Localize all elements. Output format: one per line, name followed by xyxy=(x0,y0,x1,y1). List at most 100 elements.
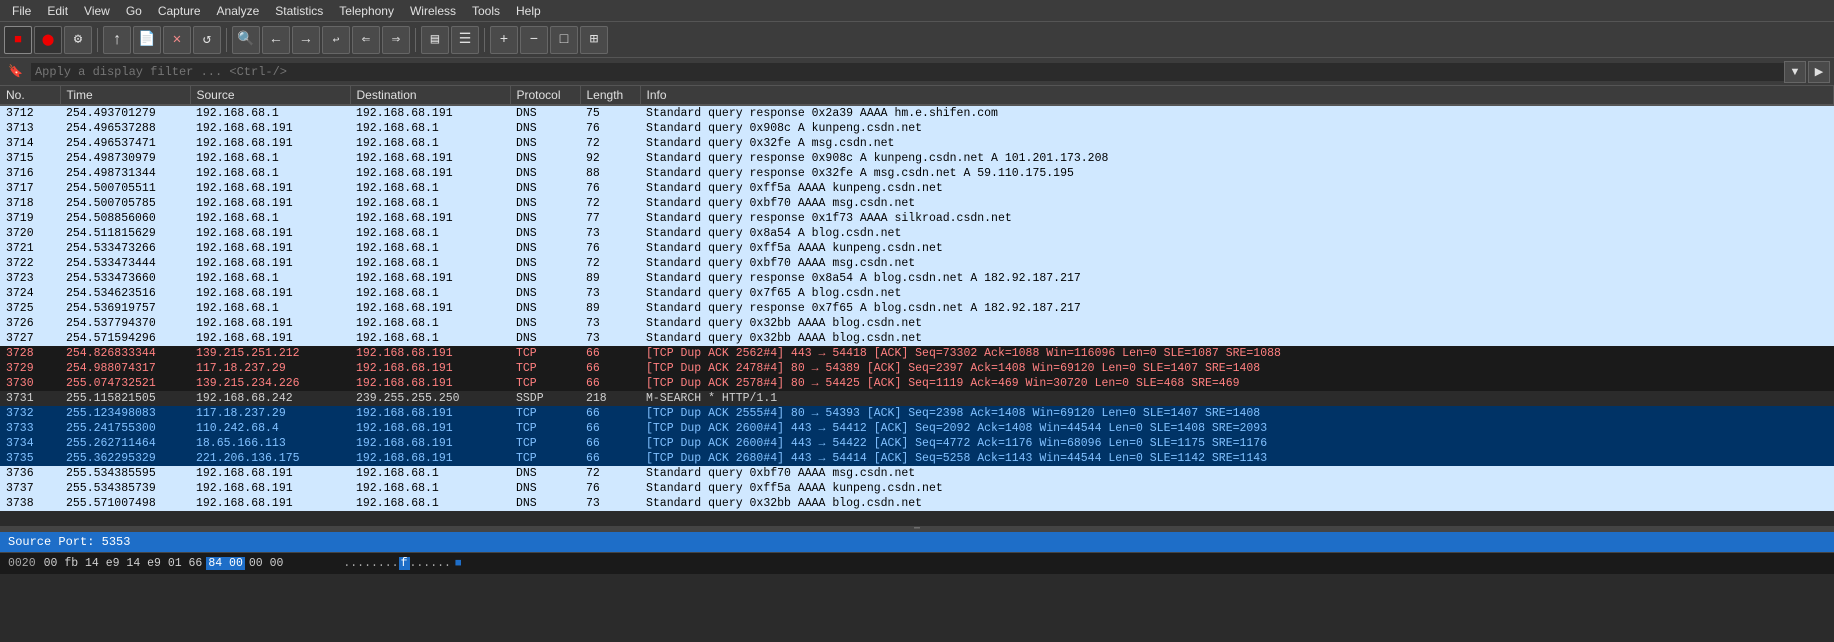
table-row[interactable]: 3721254.533473266192.168.68.191192.168.6… xyxy=(0,241,1834,256)
table-row[interactable]: 3717254.500705511192.168.68.191192.168.6… xyxy=(0,181,1834,196)
table-cell: 192.168.68.191 xyxy=(190,241,350,256)
table-cell: 3732 xyxy=(0,406,60,421)
table-cell: 72 xyxy=(580,196,640,211)
normal-size-button[interactable]: □ xyxy=(550,26,578,54)
menu-help[interactable]: Help xyxy=(508,2,549,20)
table-row[interactable]: 3713254.496537288192.168.68.191192.168.6… xyxy=(0,121,1834,136)
table-cell: Standard query 0xff5a AAAA kunpeng.csdn.… xyxy=(640,181,1834,196)
filter-apply-button[interactable]: ▶ xyxy=(1808,61,1830,83)
save-file-button[interactable]: 📄 xyxy=(133,26,161,54)
table-row[interactable]: 3722254.533473444192.168.68.191192.168.6… xyxy=(0,256,1834,271)
table-cell: 192.168.68.191 xyxy=(190,196,350,211)
table-cell: 255.115821505 xyxy=(60,391,190,406)
find-button[interactable]: 🔍 xyxy=(232,26,260,54)
table-row[interactable]: 3728254.826833344139.215.251.212192.168.… xyxy=(0,346,1834,361)
table-cell: Standard query response 0x7f65 A blog.cs… xyxy=(640,301,1834,316)
table-cell: 254.536919757 xyxy=(60,301,190,316)
col-header-source: Source xyxy=(190,86,350,105)
reload-icon: ↺ xyxy=(203,31,211,48)
table-cell: 192.168.68.191 xyxy=(190,331,350,346)
table-cell: SSDP xyxy=(510,391,580,406)
menu-tools[interactable]: Tools xyxy=(464,2,508,20)
menu-view[interactable]: View xyxy=(76,2,118,20)
table-cell: 3722 xyxy=(0,256,60,271)
table-row[interactable]: 3736255.534385595192.168.68.191192.168.6… xyxy=(0,466,1834,481)
menu-wireless[interactable]: Wireless xyxy=(402,2,464,20)
menu-edit[interactable]: Edit xyxy=(39,2,76,20)
filter-input[interactable] xyxy=(31,63,1784,81)
menu-file[interactable]: File xyxy=(4,2,39,20)
table-cell: 255.571007498 xyxy=(60,496,190,511)
open-file-button[interactable]: ↑ xyxy=(103,26,131,54)
table-cell: 255.123498083 xyxy=(60,406,190,421)
table-row[interactable]: 3715254.498730979192.168.68.1192.168.68.… xyxy=(0,151,1834,166)
zoom-in-button[interactable]: + xyxy=(490,26,518,54)
table-cell: Standard query response 0x1f73 AAAA silk… xyxy=(640,211,1834,226)
table-cell: TCP xyxy=(510,406,580,421)
table-cell: 3738 xyxy=(0,496,60,511)
resize-columns-button[interactable]: ⊞ xyxy=(580,26,608,54)
gear-icon: ⚙ xyxy=(74,31,82,48)
save-icon: 📄 xyxy=(138,31,155,48)
table-row[interactable]: 3723254.533473660192.168.68.1192.168.68.… xyxy=(0,271,1834,286)
table-row[interactable]: 3716254.498731344192.168.68.1192.168.68.… xyxy=(0,166,1834,181)
forward-button[interactable]: → xyxy=(292,26,320,54)
table-row[interactable]: 3724254.534623516192.168.68.191192.168.6… xyxy=(0,286,1834,301)
menu-analyze[interactable]: Analyze xyxy=(209,2,268,20)
table-cell: M-SEARCH * HTTP/1.1 xyxy=(640,391,1834,406)
color-rules-button[interactable]: ▤ xyxy=(421,26,449,54)
options-button[interactable]: ⚙ xyxy=(64,26,92,54)
table-row[interactable]: 3714254.496537471192.168.68.191192.168.6… xyxy=(0,136,1834,151)
table-cell: DNS xyxy=(510,166,580,181)
table-cell: 192.168.68.1 xyxy=(350,196,510,211)
menu-capture[interactable]: Capture xyxy=(150,2,209,20)
hex-dots: ■ xyxy=(455,557,462,570)
reload-button[interactable]: ↺ xyxy=(193,26,221,54)
table-cell: TCP xyxy=(510,376,580,391)
menu-statistics[interactable]: Statistics xyxy=(267,2,331,20)
filter-dropdown-button[interactable]: ▼ xyxy=(1784,61,1806,83)
table-row[interactable]: 3729254.988074317117.18.237.29192.168.68… xyxy=(0,361,1834,376)
stop-capture-button[interactable]: ■ xyxy=(4,26,32,54)
table-row[interactable]: 3718254.500705785192.168.68.191192.168.6… xyxy=(0,196,1834,211)
table-cell: 192.168.68.191 xyxy=(350,105,510,121)
table-row[interactable]: 3734255.26271146418.65.166.113192.168.68… xyxy=(0,436,1834,451)
table-cell: 192.168.68.1 xyxy=(350,286,510,301)
table-cell: 76 xyxy=(580,181,640,196)
table-row[interactable]: 3727254.571594296192.168.68.191192.168.6… xyxy=(0,331,1834,346)
table-row[interactable]: 3730255.074732521139.215.234.226192.168.… xyxy=(0,376,1834,391)
table-row[interactable]: 3726254.537794370192.168.68.191192.168.6… xyxy=(0,316,1834,331)
goto-button[interactable]: ↩ xyxy=(322,26,350,54)
last-button[interactable]: ⇒ xyxy=(382,26,410,54)
table-row[interactable]: 3733255.241755300110.242.68.4192.168.68.… xyxy=(0,421,1834,436)
menu-go[interactable]: Go xyxy=(118,2,150,20)
table-row[interactable]: 3738255.571007498192.168.68.191192.168.6… xyxy=(0,496,1834,511)
table-row[interactable]: 3712254.493701279192.168.68.1192.168.68.… xyxy=(0,105,1834,121)
start-capture-button[interactable]: ⬤ xyxy=(34,26,62,54)
table-cell: TCP xyxy=(510,346,580,361)
table-row[interactable]: 3720254.511815629192.168.68.191192.168.6… xyxy=(0,226,1834,241)
auto-scroll-button[interactable]: ☰ xyxy=(451,26,479,54)
goto-icon: ↩ xyxy=(333,33,340,47)
back-button[interactable]: ← xyxy=(262,26,290,54)
table-row[interactable]: 3732255.123498083117.18.237.29192.168.68… xyxy=(0,406,1834,421)
table-cell: 192.168.68.1 xyxy=(190,211,350,226)
hex-offset: 0020 xyxy=(8,557,36,570)
table-cell: 192.168.68.191 xyxy=(190,481,350,496)
table-cell: 92 xyxy=(580,151,640,166)
table-row[interactable]: 3725254.536919757192.168.68.1192.168.68.… xyxy=(0,301,1834,316)
table-row[interactable]: 3737255.534385739192.168.68.191192.168.6… xyxy=(0,481,1834,496)
zoom-out-button[interactable]: − xyxy=(520,26,548,54)
first-button[interactable]: ⇐ xyxy=(352,26,380,54)
close-file-button[interactable]: ✕ xyxy=(163,26,191,54)
table-cell: DNS xyxy=(510,301,580,316)
first-icon: ⇐ xyxy=(362,31,370,48)
table-row[interactable]: 3731255.115821505192.168.68.242239.255.2… xyxy=(0,391,1834,406)
table-row[interactable]: 3719254.508856060192.168.68.1192.168.68.… xyxy=(0,211,1834,226)
table-cell: 192.168.68.191 xyxy=(190,496,350,511)
table-cell: 66 xyxy=(580,361,640,376)
table-cell: Standard query response 0x32fe A msg.csd… xyxy=(640,166,1834,181)
table-row[interactable]: 3735255.362295329221.206.136.175192.168.… xyxy=(0,451,1834,466)
table-cell: 73 xyxy=(580,316,640,331)
menu-telephony[interactable]: Telephony xyxy=(331,2,402,20)
